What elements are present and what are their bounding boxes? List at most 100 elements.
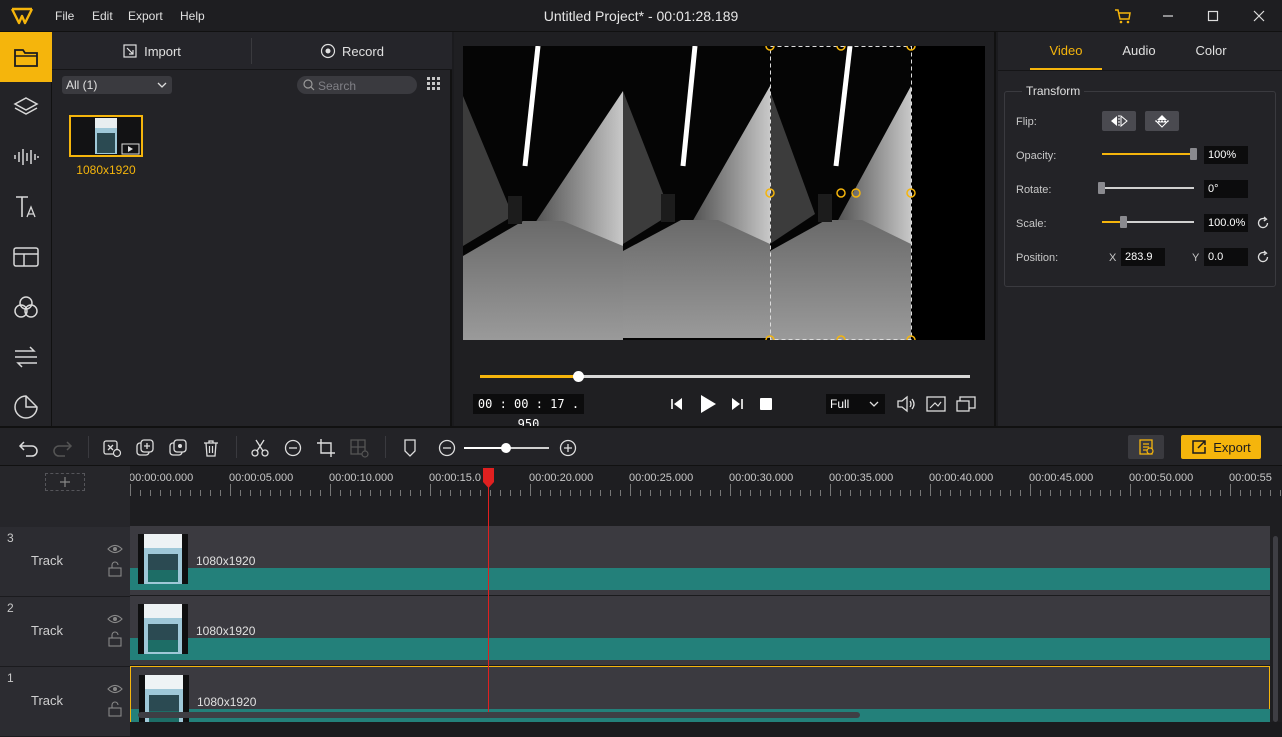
rotate-field[interactable]: 0° (1204, 180, 1248, 198)
flip-horizontal-icon (1111, 114, 1128, 128)
tab-video[interactable]: Video (1030, 32, 1102, 70)
opacity-slider-handle[interactable] (1190, 148, 1197, 160)
audio-waveform-icon (14, 149, 39, 165)
track-header-2: 2 Track (0, 597, 130, 667)
delete-button[interactable] (201, 438, 221, 458)
stop-button[interactable] (757, 394, 775, 414)
play-icon (701, 395, 716, 413)
stickers-tab-button[interactable] (0, 382, 52, 432)
search-input[interactable]: Search (297, 76, 417, 94)
zoom-in-button[interactable] (558, 438, 578, 458)
mosaic-icon (350, 439, 369, 458)
folder-icon (14, 49, 38, 67)
ruler-label: 00:00:30.000 (729, 472, 794, 484)
import-button[interactable]: Import (52, 32, 251, 70)
fullscreen-button[interactable] (955, 394, 977, 414)
audio-tab-button[interactable] (0, 132, 52, 182)
split-button[interactable] (250, 438, 270, 458)
marker-icon (404, 439, 416, 457)
marker-button[interactable] (400, 438, 420, 458)
media-item-label: 1080x1920 (76, 163, 136, 177)
rotate-slider-handle[interactable] (1098, 182, 1105, 194)
speed-button[interactable] (283, 438, 303, 458)
minimize-icon[interactable] (1158, 6, 1178, 26)
tab-audio[interactable]: Audio (1103, 32, 1175, 70)
template-tab-button[interactable] (0, 232, 52, 282)
mosaic-button[interactable] (349, 438, 369, 458)
eye-icon[interactable] (107, 683, 123, 695)
screenshot-button[interactable] (925, 394, 947, 414)
crop-button[interactable] (316, 438, 336, 458)
template-icon (13, 247, 39, 267)
delete-gap-button[interactable] (102, 438, 122, 458)
volume-icon (897, 395, 915, 413)
text-tab-button[interactable] (0, 182, 52, 232)
close-icon[interactable] (1249, 6, 1269, 26)
clip-track-3[interactable]: 1080x1920 (130, 526, 1270, 596)
clip-audio-bar (130, 638, 1270, 660)
redo-button[interactable] (51, 438, 73, 458)
filters-tab-button[interactable] (0, 282, 52, 332)
playhead[interactable] (488, 468, 489, 712)
layers-tab-button[interactable] (0, 82, 52, 132)
preview-zoom-select[interactable]: Full (826, 394, 885, 414)
play-button[interactable] (697, 394, 719, 414)
redo-icon (53, 441, 73, 457)
track-header-1: 1 Track (0, 667, 130, 737)
opacity-field[interactable]: 100% (1204, 146, 1248, 164)
lock-icon[interactable] (108, 561, 122, 577)
transitions-tab-button[interactable] (0, 332, 52, 382)
tab-color[interactable]: Color (1175, 32, 1247, 70)
maximize-icon[interactable] (1203, 6, 1223, 26)
seek-handle[interactable] (573, 371, 584, 382)
horizontal-scrollbar[interactable] (138, 712, 860, 718)
volume-button[interactable] (895, 394, 917, 414)
lock-icon[interactable] (108, 701, 122, 717)
lock-icon[interactable] (108, 631, 122, 647)
trash-icon (204, 440, 218, 457)
zoom-out-button[interactable] (437, 438, 457, 458)
add-clip-button[interactable] (135, 438, 155, 458)
record-button[interactable]: Record (252, 32, 452, 70)
previous-frame-button[interactable] (668, 394, 686, 414)
timeline-ruler[interactable]: 00:00:00.000 00:00:05.000 00:00:10.000 00:0… (130, 466, 1282, 496)
rotate-label: Rotate: (1016, 184, 1052, 196)
position-x-field[interactable]: 283.9 (1121, 248, 1165, 266)
vertical-scrollbar[interactable] (1270, 496, 1282, 722)
timeline-toolbar: Export (0, 426, 1282, 466)
scale-slider-handle[interactable] (1120, 216, 1127, 228)
timeline-zoom-handle[interactable] (501, 443, 511, 453)
media-item-thumbnail[interactable] (69, 115, 143, 157)
next-frame-button[interactable] (728, 394, 746, 414)
eye-icon[interactable] (107, 543, 123, 555)
scale-reset-icon[interactable] (1256, 216, 1270, 230)
position-y-field[interactable]: 0.0 (1204, 248, 1248, 266)
grid-view-icon[interactable] (426, 76, 442, 92)
eye-icon[interactable] (107, 613, 123, 625)
project-settings-button[interactable] (1128, 435, 1164, 459)
ruler-ticks (130, 484, 1281, 496)
ruler-label: 00:00:50.000 (1129, 472, 1194, 484)
add-track-button[interactable] (45, 473, 85, 491)
media-filter-select[interactable]: All (1) (62, 76, 172, 94)
flip-horizontal-button[interactable] (1102, 111, 1136, 131)
media-tab-button[interactable] (0, 32, 52, 82)
opacity-slider-fill (1102, 153, 1190, 155)
cart-icon[interactable] (1113, 6, 1133, 26)
playhead-handle[interactable] (483, 468, 494, 488)
duplicate-button[interactable] (168, 438, 188, 458)
rotate-slider[interactable] (1102, 187, 1194, 189)
position-label: Position: (1016, 252, 1059, 264)
flip-vertical-button[interactable] (1145, 111, 1179, 131)
video-preview[interactable] (463, 46, 985, 340)
track-name: Track (31, 553, 64, 568)
layers-icon (13, 97, 39, 115)
filters-icon (14, 296, 38, 318)
position-reset-icon[interactable] (1256, 250, 1270, 264)
clip-track-2[interactable]: 1080x1920 (130, 596, 1270, 666)
undo-button[interactable] (18, 438, 40, 458)
export-button[interactable]: Export (1181, 435, 1261, 459)
scale-field[interactable]: 100.0% (1204, 214, 1248, 232)
record-icon (320, 43, 336, 59)
clip-label: 1080x1920 (197, 695, 257, 709)
